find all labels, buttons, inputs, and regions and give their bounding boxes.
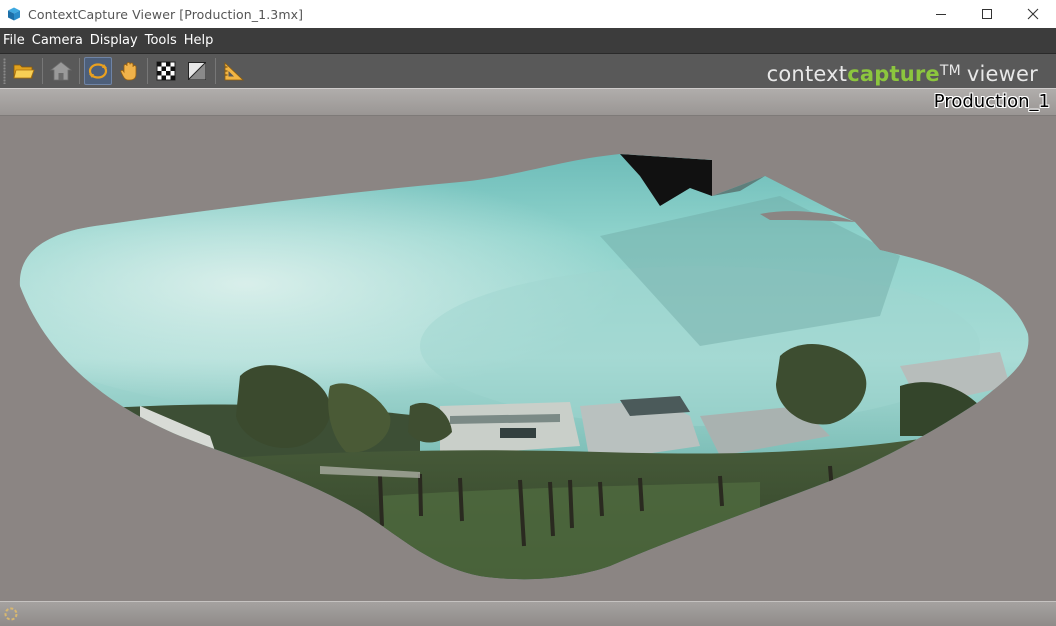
- close-icon: [1027, 8, 1039, 20]
- maximize-icon: [982, 9, 992, 19]
- brand-text-viewer: viewer: [966, 62, 1038, 86]
- shading-toggle-button[interactable]: [183, 57, 211, 85]
- pan-hand-icon: [120, 62, 137, 81]
- loading-spinner-icon: [4, 607, 18, 621]
- home-icon: [50, 61, 72, 81]
- 3d-viewport[interactable]: [0, 116, 1056, 601]
- open-folder-icon: [13, 64, 35, 79]
- menu-file[interactable]: File: [0, 28, 29, 54]
- menu-display[interactable]: Display: [87, 28, 142, 54]
- app-cube-icon: [8, 7, 20, 21]
- menu-bar: File Camera Display Tools Help: [0, 28, 1056, 54]
- toolbar-separator: [215, 58, 216, 84]
- menu-camera[interactable]: Camera: [29, 28, 87, 54]
- status-bar: [0, 601, 1056, 626]
- shading-icon: [188, 62, 206, 80]
- toolbar-grip-handle[interactable]: [3, 58, 6, 84]
- home-button[interactable]: [47, 57, 75, 85]
- close-button[interactable]: [1010, 0, 1056, 28]
- texture-toggle-button[interactable]: [152, 57, 180, 85]
- window-controls: [918, 0, 1056, 28]
- open-button[interactable]: [10, 57, 38, 85]
- window-title: ContextCapture Viewer [Production_1.3mx]: [28, 6, 304, 22]
- minimize-button[interactable]: [918, 0, 964, 28]
- toolbar-separator: [42, 58, 43, 84]
- brand-text-capture: capture: [847, 62, 940, 86]
- measure-triangle-icon: [224, 62, 245, 81]
- brand-text-context: context: [766, 62, 848, 86]
- maximize-button[interactable]: [964, 0, 1010, 28]
- title-bar: ContextCapture Viewer [Production_1.3mx]: [0, 0, 1056, 28]
- orbit-button[interactable]: [84, 57, 112, 85]
- toolbar: contextcaptureTM viewer: [0, 54, 1056, 88]
- model-header-strip: Production_1: [0, 88, 1056, 116]
- menu-help[interactable]: Help: [181, 28, 218, 54]
- brand-logo: contextcaptureTM viewer: [767, 56, 1038, 89]
- pan-button[interactable]: [115, 57, 143, 85]
- checker-texture-icon: [156, 61, 176, 81]
- brand-trademark: TM: [939, 63, 961, 79]
- menu-tools[interactable]: Tools: [142, 28, 181, 54]
- measure-button[interactable]: [220, 57, 248, 85]
- reconstructed-mesh-view[interactable]: [0, 116, 1056, 601]
- model-name-label: Production_1: [933, 91, 1050, 112]
- toolbar-separator: [79, 58, 80, 84]
- toolbar-separator: [147, 58, 148, 84]
- orbit-icon: [88, 63, 108, 79]
- minimize-icon: [936, 14, 946, 15]
